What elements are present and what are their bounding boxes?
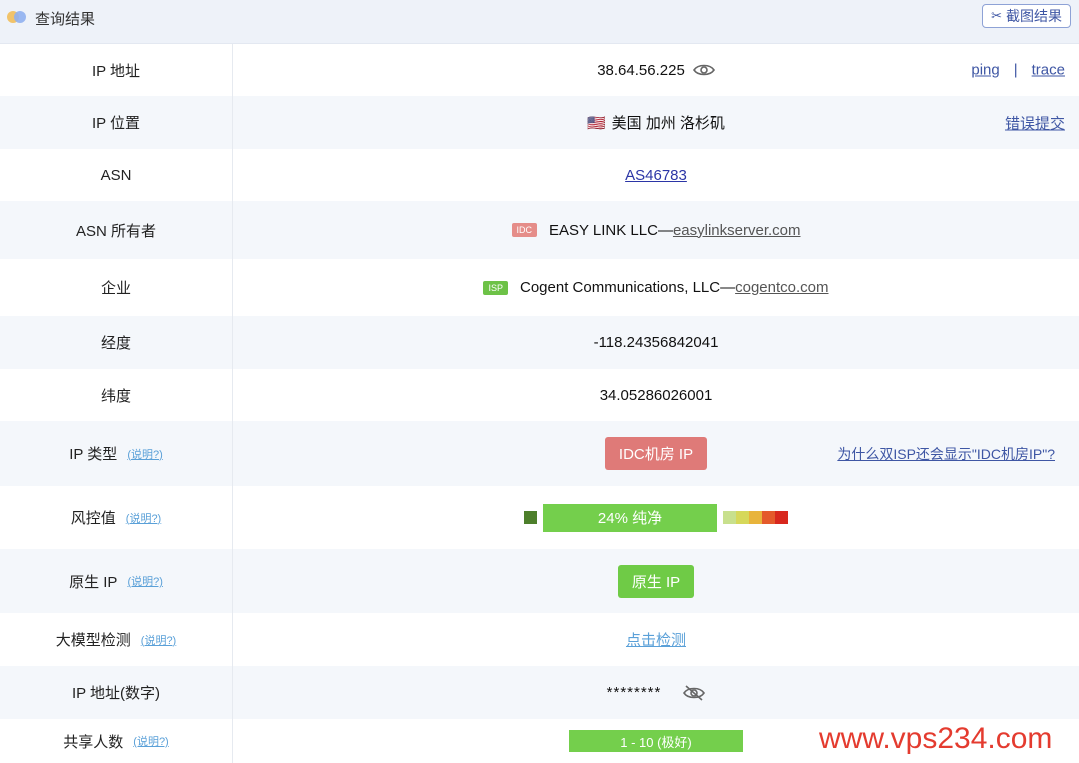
value-asn-owner-cell: IDC EASY LINK LLC— easylinkserver.com: [233, 201, 1079, 259]
ip-location-value: 美国 加州 洛杉矶: [611, 115, 726, 132]
us-flag-icon: 🇺🇸: [586, 114, 606, 132]
scissors-icon: ✂: [991, 8, 1002, 23]
risk-scale-block: [762, 511, 775, 524]
label-llm-detect-cell: 大模型检测 (说明?): [0, 613, 233, 666]
label-ip-location: IP 位置: [0, 96, 233, 149]
label-native-ip-cell: 原生 IP (说明?): [0, 549, 233, 613]
result-header: 查询结果 ✂ 截图结果: [0, 0, 1079, 44]
value-llm-detect-cell: 点击检测: [233, 613, 1079, 666]
row-company: 企业 ISP Cogent Communications, LLC— cogen…: [0, 259, 1079, 316]
value-risk-cell: 24% 纯净: [233, 486, 1079, 549]
row-risk: 风控值 (说明?) 24% 纯净: [0, 486, 1079, 549]
label-ip-type-cell: IP 类型 (说明?): [0, 421, 233, 486]
company-name: Cogent Communications, LLC—: [520, 279, 736, 296]
ip-type-help: 为什么双ISP还会显示"IDC机房IP"?: [837, 444, 1055, 464]
label-ip-numeric: IP 地址(数字): [0, 666, 233, 719]
value-ip-address-cell: 38.64.56.225 ping | trace: [233, 44, 1079, 96]
label-latitude: 纬度: [0, 369, 233, 421]
label-company: 企业: [0, 259, 233, 316]
screenshot-button[interactable]: ✂ 截图结果: [982, 4, 1071, 28]
value-native-ip-cell: 原生 IP: [233, 549, 1079, 613]
row-ip-location: IP 位置 🇺🇸 美国 加州 洛杉矶 错误提交: [0, 96, 1079, 149]
ip-numeric-value: ********: [606, 684, 662, 701]
label-risk-cell: 风控值 (说明?): [0, 486, 233, 549]
llm-explain-link[interactable]: (说明?): [141, 632, 176, 648]
row-ip-type: IP 类型 (说明?) IDC机房 IP 为什么双ISP还会显示"IDC机房IP…: [0, 421, 1079, 486]
row-longitude: 经度 -118.24356842041: [0, 316, 1079, 369]
value-ip-numeric-cell: ********: [233, 666, 1079, 719]
ping-link[interactable]: ping: [971, 62, 999, 79]
shared-users-bar: 1 - 10 (极好): [569, 730, 743, 752]
risk-scale: [723, 511, 788, 524]
eye-icon[interactable]: [692, 63, 715, 77]
value-latitude-cell: 34.05286026001: [233, 369, 1079, 421]
trace-link[interactable]: trace: [1032, 62, 1065, 79]
latitude-value: 34.05286026001: [599, 386, 713, 404]
label-risk: 风控值: [70, 510, 116, 527]
app-logo-icon: [7, 9, 29, 25]
value-ip-type-cell: IDC机房 IP 为什么双ISP还会显示"IDC机房IP"?: [233, 421, 1079, 486]
label-longitude: 经度: [0, 316, 233, 369]
row-ip-address: IP 地址 38.64.56.225 ping | trace: [0, 44, 1079, 96]
label-asn-owner: ASN 所有者: [0, 201, 233, 259]
value-longitude-cell: -118.24356842041: [233, 316, 1079, 369]
idc-tag: IDC: [511, 223, 537, 237]
native-ip-explain-link[interactable]: (说明?): [127, 573, 162, 589]
label-native-ip: 原生 IP: [69, 573, 118, 591]
shared-explain-link[interactable]: (说明?): [133, 733, 168, 749]
label-asn: ASN: [0, 149, 233, 201]
row-asn: ASN AS46783: [0, 149, 1079, 201]
risk-indicator: [524, 511, 537, 524]
risk-scale-block: [749, 511, 762, 524]
label-ip-type: IP 类型: [69, 446, 118, 463]
ip-type-help-link[interactable]: 为什么双ISP还会显示"IDC机房IP"?: [837, 444, 1055, 464]
native-ip-badge: 原生 IP: [617, 564, 695, 598]
asn-owner-domain-link[interactable]: easylinkserver.com: [673, 222, 801, 239]
asn-owner-name: EASY LINK LLC—: [549, 221, 673, 239]
row-native-ip: 原生 IP (说明?) 原生 IP: [0, 549, 1079, 613]
value-asn-cell: AS46783: [233, 149, 1079, 201]
llm-detect-link[interactable]: 点击检测: [626, 629, 686, 650]
row-llm-detect: 大模型检测 (说明?) 点击检测: [0, 613, 1079, 666]
link-separator: |: [1013, 61, 1018, 79]
longitude-value: -118.24356842041: [593, 334, 719, 351]
eye-off-icon[interactable]: [683, 684, 706, 701]
watermark: www.vps234.com: [819, 722, 1053, 755]
row-asn-owner: ASN 所有者 IDC EASY LINK LLC— easylinkserve…: [0, 201, 1079, 259]
label-shared-users: 共享人数: [63, 733, 124, 751]
row-latitude: 纬度 34.05286026001: [0, 369, 1079, 421]
ip-tools: ping | trace: [971, 62, 1065, 79]
label-shared-users-cell: 共享人数 (说明?): [0, 719, 233, 763]
company-domain-link[interactable]: cogentco.com: [735, 279, 828, 296]
header-title: 查询结果: [35, 11, 96, 28]
risk-meter: 24% 纯净: [524, 503, 788, 532]
risk-scale-block: [723, 511, 736, 524]
risk-scale-block: [775, 511, 788, 524]
risk-scale-block: [736, 511, 749, 524]
row-ip-numeric: IP 地址(数字) ********: [0, 666, 1079, 719]
risk-explain-link[interactable]: (说明?): [126, 510, 161, 526]
label-ip-address: IP 地址: [0, 44, 233, 96]
report-error-link[interactable]: 错误提交: [1005, 112, 1065, 133]
value-ip-location-cell: 🇺🇸 美国 加州 洛杉矶 错误提交: [233, 96, 1079, 149]
label-llm-detect: 大模型检测: [55, 632, 131, 649]
screenshot-button-label: 截图结果: [1006, 8, 1062, 24]
isp-tag: ISP: [483, 280, 508, 295]
asn-link[interactable]: AS46783: [625, 167, 687, 184]
value-company-cell: ISP Cogent Communications, LLC— cogentco…: [233, 259, 1079, 316]
ip-type-badge: IDC机房 IP: [604, 437, 708, 470]
report-tools: 错误提交: [1005, 112, 1065, 133]
ip-address-value: 38.64.56.225: [597, 61, 685, 79]
ip-type-explain-link[interactable]: (说明?): [127, 446, 162, 462]
risk-bar: 24% 纯净: [543, 503, 717, 532]
